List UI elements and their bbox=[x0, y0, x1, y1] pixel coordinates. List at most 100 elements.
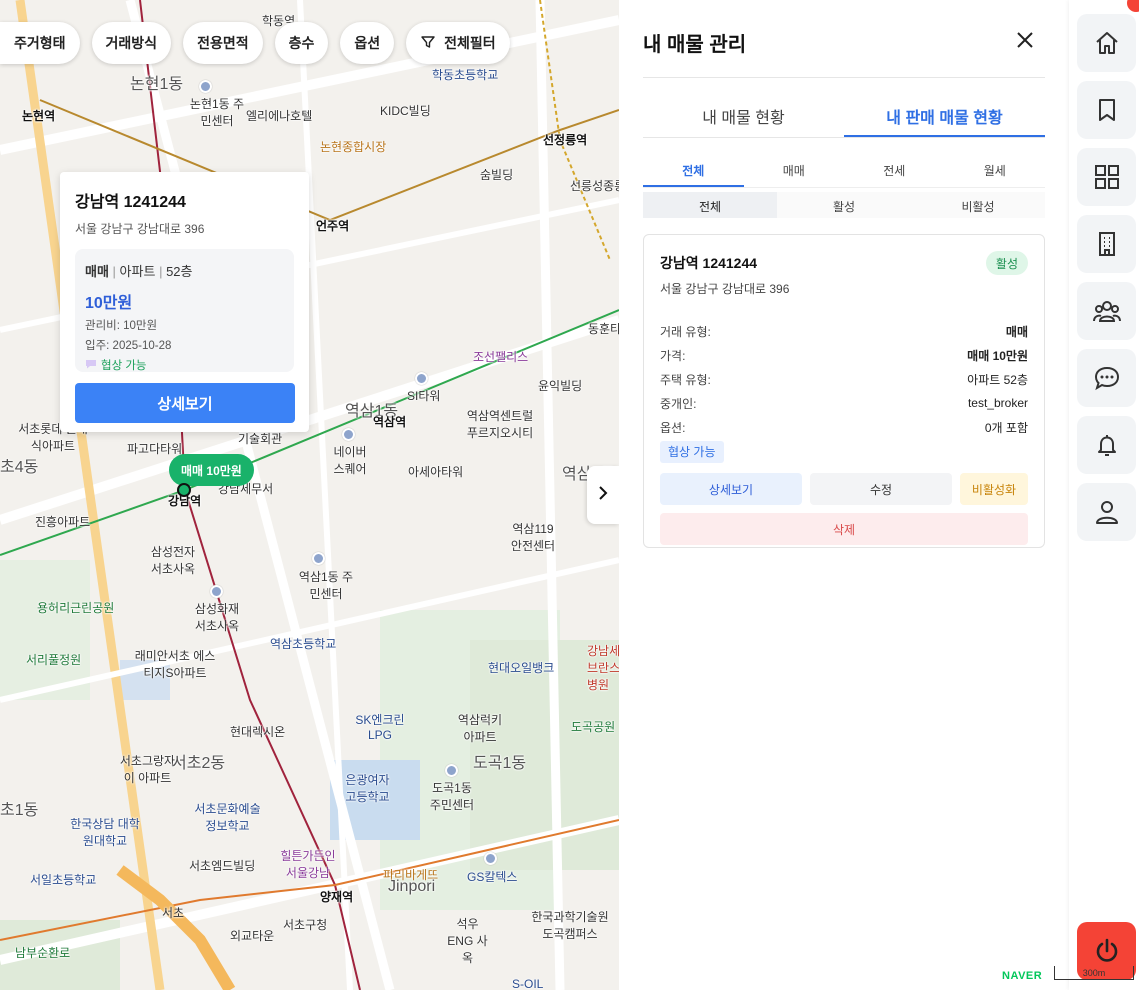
popup-title: 강남역 1241244 bbox=[75, 194, 186, 211]
map-label: Jinpori bbox=[388, 878, 436, 895]
map-label: 래미안서초 에스티지S아파트 bbox=[134, 649, 216, 680]
price-marker[interactable]: 매매 10만원 bbox=[169, 454, 254, 486]
sidebar-profile-button[interactable] bbox=[1077, 483, 1136, 541]
map-label: 용허리근린공원 bbox=[37, 601, 115, 615]
popup-type-line: 매매 | 아파트 | 52층 bbox=[85, 264, 193, 279]
map-label: 파고다타워 bbox=[127, 442, 183, 456]
map-label: SI타워 bbox=[407, 389, 441, 403]
detail-row-options: 옵션: 0개 포함 bbox=[660, 415, 1028, 439]
tab-status-inactive[interactable]: 비활성 bbox=[911, 192, 1045, 218]
filter-area[interactable]: 전용면적 bbox=[183, 22, 263, 64]
map-label: S-OIL bbox=[512, 977, 544, 990]
map-label: 도곡공원 bbox=[571, 720, 616, 734]
deactivate-button[interactable]: 비활성화 bbox=[960, 473, 1028, 505]
detail-value: test_broker bbox=[967, 396, 1028, 410]
filter-all-label: 전체필터 bbox=[444, 35, 496, 51]
map-label: 역삼119 안전센터 bbox=[510, 522, 556, 553]
map-label: 서리풀정원 bbox=[26, 653, 82, 667]
filter-housing-type[interactable]: 주거형태 bbox=[0, 22, 80, 64]
tab-status-active[interactable]: 활성 bbox=[777, 192, 911, 218]
map-label: 기술회관 bbox=[238, 432, 283, 446]
tab-deal-sale[interactable]: 매매 bbox=[744, 152, 845, 187]
map-label: SK엔크린 LPG bbox=[355, 713, 405, 742]
panel-header: 내 매물 관리 bbox=[643, 28, 1045, 78]
detail-row-broker: 중개인: test_broker bbox=[660, 391, 1028, 415]
edit-button[interactable]: 수정 bbox=[810, 473, 952, 505]
map-label: 석우ENG 사옥 bbox=[447, 917, 488, 965]
detail-label: 가격: bbox=[660, 348, 686, 363]
detail-value: 매매 bbox=[1005, 324, 1028, 339]
detail-row-price: 가격: 매매 10만원 bbox=[660, 343, 1028, 367]
sidebar-bookmark-button[interactable] bbox=[1077, 81, 1136, 139]
detail-value: 매매 10만원 bbox=[967, 348, 1028, 363]
popup-negotiable: 협상 가능 bbox=[85, 357, 284, 373]
popup-details: 매매 | 아파트 | 52층 10만원 관리비: 10만원 입주: 2025-1… bbox=[75, 249, 294, 372]
sidebar-home-button[interactable] bbox=[1077, 14, 1136, 72]
sidebar-grid-button[interactable] bbox=[1077, 148, 1136, 206]
popup-address: 서울 강남구 강남대로 396 bbox=[75, 222, 205, 236]
my-listings-panel: 내 매물 관리 내 매물 현황 내 판매 매물 현황 전체 매매 전세 월세 전… bbox=[619, 0, 1069, 990]
map-label: 진흥아파트 bbox=[35, 515, 91, 529]
map-label: 네이버 스퀘어 bbox=[333, 445, 367, 476]
filter-all-button[interactable]: 전체필터 bbox=[406, 22, 510, 64]
tab-my-sale-listings[interactable]: 내 판매 매물 현황 bbox=[844, 94, 1045, 137]
poi-icon bbox=[484, 852, 497, 865]
detail-button[interactable]: 상세보기 bbox=[660, 473, 802, 505]
filter-floors[interactable]: 층수 bbox=[274, 22, 329, 64]
popup-property-type: 아파트 bbox=[119, 264, 156, 279]
bookmark-icon bbox=[1098, 99, 1115, 121]
sidebar-notification-button[interactable] bbox=[1077, 416, 1136, 474]
right-sidebar bbox=[1069, 0, 1139, 990]
popup-detail-button[interactable]: 상세보기 bbox=[75, 383, 295, 423]
map-label: 동훈타 bbox=[588, 322, 619, 336]
close-button[interactable] bbox=[1013, 28, 1037, 52]
panel-toggle-button[interactable] bbox=[587, 466, 619, 524]
naver-logo: NAVER bbox=[1002, 970, 1043, 982]
tab-status-all[interactable]: 전체 bbox=[643, 192, 777, 218]
map-label: 서초2동 bbox=[172, 755, 226, 772]
filter-bar: 주거형태 거래방식 전용면적 층수 옵션 전체필터 bbox=[0, 22, 510, 64]
deal-type-tabs: 전체 매매 전세 월세 bbox=[643, 152, 1045, 188]
sidebar-community-button[interactable] bbox=[1077, 282, 1136, 340]
speech-bubble-icon bbox=[85, 359, 97, 372]
delete-button[interactable]: 삭제 bbox=[660, 513, 1028, 545]
user-icon bbox=[1095, 501, 1118, 524]
map-label: 학동초등학교 bbox=[432, 68, 499, 82]
map-label: 삼성화재 서초사옥 bbox=[194, 602, 240, 633]
poi-icon bbox=[445, 764, 458, 777]
listing-card: 강남역 1241244 서울 강남구 강남대로 396 활성 거래 유형: 매매… bbox=[643, 234, 1045, 548]
poi-icon bbox=[210, 585, 223, 598]
status-badge: 활성 bbox=[985, 251, 1028, 275]
map-label: 서초문화예술 정보학교 bbox=[194, 802, 261, 833]
map-view[interactable]: 학동역 논현1동 논현역 논현1동 주민센터 엘리에나호텔 KIDC빌딩 학동초… bbox=[0, 0, 619, 990]
close-icon bbox=[1017, 32, 1033, 48]
filter-deal-type[interactable]: 거래방식 bbox=[91, 22, 172, 64]
map-label: 언주역 bbox=[316, 219, 350, 233]
map-label: 논현역 bbox=[22, 109, 56, 123]
map-label: 서초엠드빌딩 bbox=[189, 859, 256, 873]
map-label: GS칼텍스 bbox=[467, 870, 518, 884]
main-tabs: 내 매물 현황 내 판매 매물 현황 bbox=[643, 94, 1045, 138]
map-label: 서초그랑자이 아파트 bbox=[119, 754, 176, 785]
listing-actions: 상세보기 수정 비활성화 bbox=[660, 473, 1028, 505]
map-label: 선릉성종릉 bbox=[570, 179, 619, 193]
tab-deal-jeonse[interactable]: 전세 bbox=[844, 152, 945, 187]
funnel-icon bbox=[420, 34, 436, 53]
map-label: 역삼1동 주민센터 bbox=[298, 570, 354, 601]
tab-deal-all[interactable]: 전체 bbox=[643, 152, 744, 187]
listing-details: 거래 유형: 매매 가격: 매매 10만원 주택 유형: 아파트 52층 중개인… bbox=[660, 319, 1028, 439]
map-label: 한국과학기술원 도곡캠퍼스 bbox=[531, 910, 609, 941]
popup-deal-type: 매매 bbox=[85, 264, 109, 279]
sidebar-building-button[interactable] bbox=[1077, 215, 1136, 273]
filter-options[interactable]: 옵션 bbox=[340, 22, 395, 64]
poi-icon bbox=[199, 80, 212, 93]
map-label: 강남세브란스병원 bbox=[587, 644, 619, 692]
map-label: 도곡1동 주민센터 bbox=[429, 781, 475, 812]
tab-deal-monthly[interactable]: 월세 bbox=[945, 152, 1046, 187]
map-label: 초4동 bbox=[0, 459, 39, 476]
tab-my-listings[interactable]: 내 매물 현황 bbox=[643, 94, 844, 137]
negotiable-tag: 협상 가능 bbox=[660, 441, 724, 463]
sidebar-chat-button[interactable] bbox=[1077, 349, 1136, 407]
map-label: 숨빌딩 bbox=[480, 168, 514, 182]
marker-pin-icon[interactable] bbox=[177, 483, 191, 497]
